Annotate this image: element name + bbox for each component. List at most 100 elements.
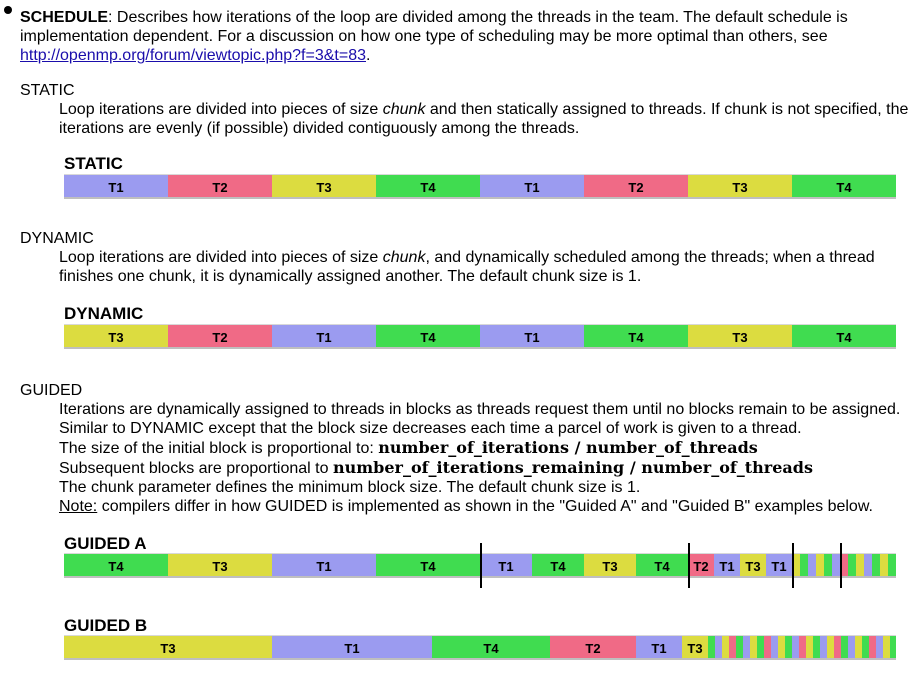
static-line-1: Loop iterations are divided into pieces … xyxy=(59,100,908,120)
static-l1-chunk: chunk xyxy=(382,101,426,118)
segment-t3 xyxy=(778,635,785,660)
block-divider xyxy=(688,543,690,588)
segment-t2: T2 xyxy=(688,553,714,578)
segment-t3 xyxy=(883,635,890,660)
segment-t1: T1 xyxy=(636,635,682,660)
guided-line-2: Similar to DYNAMIC except that the block… xyxy=(59,420,802,437)
intro-end: . xyxy=(366,47,371,64)
segment-t3 xyxy=(816,553,824,578)
segment-t4: T4 xyxy=(636,553,688,578)
segment-t3: T3 xyxy=(272,174,376,199)
segment-t1: T1 xyxy=(480,174,584,199)
segment-t3 xyxy=(806,635,813,660)
segment-t4 xyxy=(813,635,820,660)
segment-t4 xyxy=(848,553,856,578)
segment-t1 xyxy=(832,553,840,578)
segment-t3 xyxy=(827,635,834,660)
intro-line-3: http://openmp.org/forum/viewtopic.php?f=… xyxy=(20,46,370,66)
segment-t3: T3 xyxy=(688,324,792,349)
segment-t3 xyxy=(856,553,864,578)
guided-l4a: Subsequent blocks are proportional to xyxy=(59,460,333,477)
guided-line-1: Iterations are dynamically assigned to t… xyxy=(59,401,901,418)
segment-t1: T1 xyxy=(480,324,584,349)
segment-t1 xyxy=(771,635,778,660)
segment-t4 xyxy=(824,553,832,578)
segment-t3 xyxy=(855,635,862,660)
static-l1b: and then statically assigned to threads.… xyxy=(425,101,909,118)
block-divider xyxy=(792,543,794,588)
segment-t4 xyxy=(757,635,764,660)
segment-t2: T2 xyxy=(584,174,688,199)
segment-t3: T3 xyxy=(168,553,272,578)
guided-line-6: Note: compilers differ in how GUIDED is … xyxy=(59,497,873,517)
bullet xyxy=(4,6,12,14)
block-divider xyxy=(840,543,842,588)
guided-line-5: The chunk parameter defines the minimum … xyxy=(59,479,641,496)
guided-note: Note: xyxy=(59,498,98,515)
segment-t1: T1 xyxy=(272,635,432,660)
guided-line-4: Subsequent blocks are proportional to nu… xyxy=(59,458,813,479)
dynamic-line-2: finishes one chunk, it is dynamically as… xyxy=(59,268,642,285)
segment-t2 xyxy=(799,635,806,660)
guided-b-heading: GUIDED B xyxy=(64,616,148,635)
static-line-2: iterations are evenly (if possible) divi… xyxy=(59,120,580,137)
segment-t4: T4 xyxy=(376,553,480,578)
dynamic-l1b: , and dynamically scheduled among the th… xyxy=(425,249,875,266)
dynamic-l1-chunk: chunk xyxy=(382,249,426,266)
dynamic-heading: DYNAMIC xyxy=(64,304,144,323)
intro-line-1: SCHEDULE: Describes how iterations of th… xyxy=(20,8,848,28)
segment-t3 xyxy=(750,635,757,660)
segment-t1 xyxy=(820,635,827,660)
forum-link[interactable]: http://openmp.org/forum/viewtopic.php?f=… xyxy=(20,47,366,64)
segment-t3: T3 xyxy=(740,553,766,578)
static-title: STATIC xyxy=(20,82,75,99)
segment-t1 xyxy=(792,635,799,660)
segment-t3: T3 xyxy=(584,553,636,578)
segment-t4 xyxy=(785,635,792,660)
segment-t2 xyxy=(764,635,771,660)
guided-l3a: The size of the initial block is proport… xyxy=(59,440,379,457)
segment-t4: T4 xyxy=(376,324,480,349)
segment-t1: T1 xyxy=(714,553,740,578)
guided-title: GUIDED xyxy=(20,382,83,399)
segment-t1: T1 xyxy=(766,553,792,578)
segment-t3: T3 xyxy=(682,635,708,660)
guided-a-heading: GUIDED A xyxy=(64,534,147,553)
segment-t2: T2 xyxy=(168,324,272,349)
intro-line-2: implementation dependent. For a discussi… xyxy=(20,28,828,45)
segment-t1 xyxy=(864,553,872,578)
segment-t2 xyxy=(869,635,876,660)
segment-t1: T1 xyxy=(64,174,168,199)
segment-t3: T3 xyxy=(64,635,272,660)
guided-formula-subsequent: number_of_iterations_remaining / number_… xyxy=(332,458,813,477)
intro-text-1: : Describes how iterations of the loop a… xyxy=(108,9,848,26)
segment-t3: T3 xyxy=(688,174,792,199)
segment-t4 xyxy=(888,553,896,578)
segment-t4: T4 xyxy=(584,324,688,349)
segment-t1: T1 xyxy=(272,324,376,349)
dynamic-l1a: Loop iterations are divided into pieces … xyxy=(59,249,383,266)
segment-t4: T4 xyxy=(432,635,550,660)
guided-line-3: The size of the initial block is proport… xyxy=(59,438,758,459)
segment-t1 xyxy=(876,635,883,660)
block-divider xyxy=(480,543,482,588)
segment-t1 xyxy=(715,635,722,660)
static-l1a: Loop iterations are divided into pieces … xyxy=(59,101,383,118)
segment-t2 xyxy=(834,635,841,660)
segment-t4: T4 xyxy=(376,174,480,199)
segment-t1 xyxy=(848,635,855,660)
segment-t4 xyxy=(736,635,743,660)
segment-t4 xyxy=(872,553,880,578)
segment-t4: T4 xyxy=(792,324,896,349)
segment-t4: T4 xyxy=(64,553,168,578)
segment-t4 xyxy=(890,635,896,660)
segment-t3 xyxy=(880,553,888,578)
segment-t2: T2 xyxy=(550,635,636,660)
guided-formula-initial: number_of_iterations / number_of_threads xyxy=(378,438,758,457)
segment-t4: T4 xyxy=(792,174,896,199)
schedule-term: SCHEDULE xyxy=(20,9,109,26)
segment-t1 xyxy=(743,635,750,660)
guided-l6: compilers differ in how GUIDED is implem… xyxy=(97,498,873,515)
segment-t4: T4 xyxy=(532,553,584,578)
dynamic-line-1: Loop iterations are divided into pieces … xyxy=(59,248,875,268)
